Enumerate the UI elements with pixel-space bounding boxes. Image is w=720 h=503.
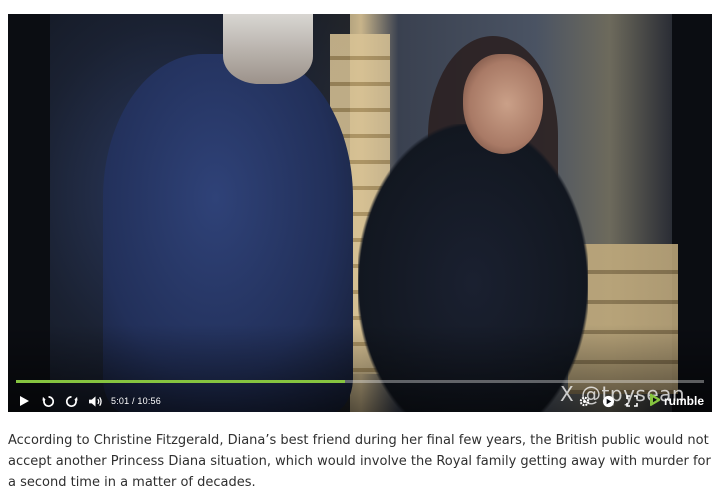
pip-icon[interactable] bbox=[601, 392, 616, 410]
play-icon[interactable] bbox=[18, 392, 30, 410]
rumble-brand-text: rumble bbox=[663, 394, 704, 408]
time-display: 5:01 / 10:56 bbox=[111, 396, 161, 406]
volume-icon[interactable] bbox=[88, 392, 103, 410]
rumble-logo[interactable]: rumble bbox=[648, 393, 704, 410]
video-vignette bbox=[8, 14, 712, 412]
rewind-icon[interactable] bbox=[42, 392, 55, 410]
player-controls: 5:01 / 10:56 rumble bbox=[8, 390, 712, 412]
video-player[interactable]: X @tpysean 5:01 / 10:56 rumble bbox=[8, 14, 712, 412]
gear-icon[interactable] bbox=[578, 392, 591, 410]
rumble-logo-icon bbox=[648, 393, 661, 410]
progress-bar-fill bbox=[16, 380, 345, 383]
progress-bar[interactable] bbox=[16, 380, 704, 383]
fullscreen-icon[interactable] bbox=[626, 392, 638, 410]
article-caption: According to Christine Fitzgerald, Diana… bbox=[8, 433, 711, 490]
forward-icon[interactable] bbox=[65, 392, 78, 410]
